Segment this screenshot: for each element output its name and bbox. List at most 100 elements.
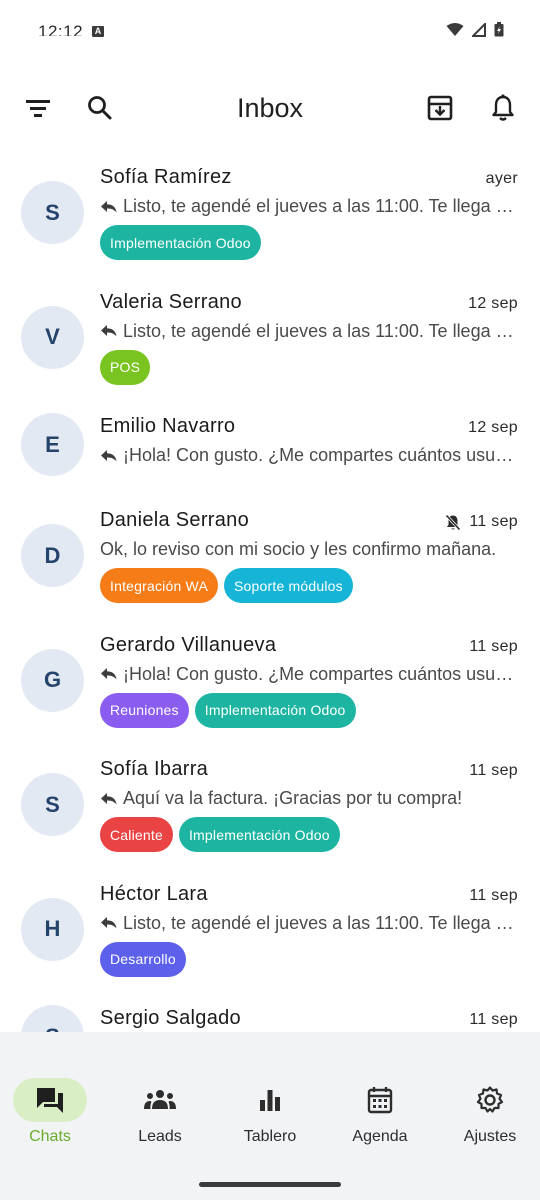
chat-row[interactable]: S Sergio Salgado 11 sep — [0, 989, 540, 1032]
bar-chart-icon — [260, 1090, 280, 1111]
chat-preview-text: Aquí va la factura. ¡Gracias por tu comp… — [123, 788, 463, 808]
reply-icon — [101, 200, 117, 212]
chat-date: 12 sep — [468, 419, 518, 437]
avatar: H — [21, 897, 84, 961]
bottom-navigation: Chats Leads Tablero Agenda Ajustes — [0, 1032, 540, 1200]
tag-list: Desarrollo — [100, 941, 186, 977]
chat-icon — [37, 1088, 63, 1113]
chat-name: Sofía Ramírez — [100, 166, 232, 188]
nav-label-leads: Leads — [138, 1128, 182, 1145]
tag-list: Implementación Odoo — [100, 225, 261, 260]
notifications-button[interactable] — [483, 88, 523, 128]
nav-label-tablero: Tablero — [243, 1128, 297, 1145]
reply-icon — [101, 917, 117, 929]
nav-chats-indicator — [13, 1078, 87, 1122]
avatar: S — [21, 181, 84, 244]
tag-chip[interactable]: Implementación Odoo — [178, 817, 340, 852]
reply-icon — [101, 325, 117, 337]
nav-agenda-indicator — [343, 1078, 417, 1122]
chat-name: Valeria Serrano — [100, 290, 242, 313]
chat-date-text: 12 sep — [468, 419, 518, 436]
chat-date: 11 sep — [445, 513, 518, 531]
chat-date: 11 sep — [469, 638, 518, 656]
nav-chats[interactable]: Chats — [0, 1078, 100, 1146]
chat-preview: ¡Hola! Con gusto. ¿Me compartes cuántos … — [100, 445, 520, 466]
chat-preview: Listo, te agendé el jueves a las 11:00. … — [100, 913, 520, 934]
nav-label-chats: Chats — [29, 1128, 71, 1145]
top-app-bar: Inbox — [0, 76, 540, 140]
chat-row[interactable]: H Héctor Lara 11 sep Listo, te agendé el ju… — [0, 865, 540, 990]
home-indicator[interactable] — [199, 1182, 341, 1187]
reply-icon — [101, 792, 117, 804]
archive-button[interactable] — [420, 88, 460, 128]
chat-name: Daniela Serrano — [100, 509, 250, 531]
chat-date-text: 11 sep — [469, 886, 518, 904]
chat-name: Héctor Lara — [100, 882, 208, 905]
signal-icon — [472, 22, 486, 37]
chat-row[interactable]: G Gerardo Villanueva 11 sep ¡Hola! Con gust… — [0, 616, 540, 741]
tag-chip[interactable]: Implementación Odoo — [100, 225, 261, 260]
nav-ajustes[interactable]: Ajustes — [440, 1078, 540, 1146]
tag-list: Reuniones Implementación Odoo — [100, 692, 356, 728]
bell-off-icon — [445, 513, 461, 531]
tag-list: POS — [100, 349, 151, 385]
chat-preview: Listo, te agendé el jueves a las 11:00. … — [100, 196, 520, 217]
nav-tablero-indicator — [233, 1078, 307, 1122]
chat-preview: Aquí va la factura. ¡Gracias por tu comp… — [100, 788, 520, 809]
reply-icon — [101, 449, 117, 461]
chat-row[interactable]: D Daniela Serrano 11 sep Ok, lo reviso con … — [0, 491, 540, 616]
notification-badge-icon: A — [92, 26, 104, 37]
wifi-icon — [446, 22, 464, 36]
people-icon — [144, 1090, 176, 1109]
chat-preview-text: Ok, lo reviso con mi socio y les confirm… — [100, 539, 497, 559]
avatar: S — [21, 773, 84, 836]
chat-date-text: 11 sep — [469, 1011, 518, 1028]
nav-ajustes-indicator — [453, 1078, 527, 1122]
chat-preview-text: Listo, te agendé el jueves a las 11:00. … — [123, 196, 520, 216]
chat-name: Gerardo Villanueva — [100, 633, 277, 656]
avatar: S — [21, 1005, 84, 1032]
nav-tablero[interactable]: Tablero — [220, 1078, 320, 1146]
chat-date: 11 sep — [469, 887, 518, 905]
tag-chip[interactable]: Soporte módulos — [224, 568, 353, 603]
chat-preview-text: ¡Hola! Con gusto. ¿Me compartes cuántos … — [123, 445, 520, 465]
nav-label-ajustes: Ajustes — [463, 1128, 517, 1145]
nav-agenda[interactable]: Agenda — [330, 1078, 430, 1146]
archive-icon — [427, 95, 453, 121]
tag-chip[interactable]: Reuniones — [100, 692, 189, 728]
nav-leads-indicator — [123, 1078, 197, 1122]
tag-chip[interactable]: Caliente — [100, 817, 173, 852]
chat-date-text: 11 sep — [469, 762, 518, 779]
status-bar: 12:12 A — [0, 0, 540, 60]
avatar: V — [21, 305, 84, 369]
chat-date-text: 11 sep — [469, 637, 518, 655]
status-icons — [446, 22, 504, 37]
reply-icon — [101, 668, 117, 680]
chat-preview: ¡Hola! Con gusto. ¿Me compartes cuántos … — [100, 664, 520, 685]
gear-icon — [476, 1086, 504, 1113]
avatar: G — [21, 648, 84, 712]
nav-leads[interactable]: Leads — [110, 1078, 210, 1146]
chat-preview: Ok, lo reviso con mi socio y les confirm… — [100, 539, 520, 560]
tag-list: Caliente Implementación Odoo — [100, 817, 340, 852]
chat-row[interactable]: S Sofía Ramírez ayer Listo, te agendé el ju… — [0, 148, 540, 273]
chat-row[interactable]: V Valeria Serrano 12 sep Listo, te agendé e… — [0, 273, 540, 398]
tag-chip[interactable]: Implementación Odoo — [194, 692, 356, 728]
battery-icon — [494, 22, 504, 37]
tag-chip[interactable]: Integración WA — [100, 568, 218, 603]
chat-name: Emilio Navarro — [100, 415, 236, 437]
chat-date: 11 sep — [469, 1011, 518, 1029]
chat-preview-text: Listo, te agendé el jueves a las 11:00. … — [123, 320, 520, 341]
chat-date: 12 sep — [468, 295, 518, 313]
tag-chip[interactable]: Desarrollo — [100, 941, 186, 977]
chat-preview-text: ¡Hola! Con gusto. ¿Me compartes cuántos … — [123, 663, 520, 684]
chat-row[interactable]: S Sofía Ibarra 11 sep Aquí va la factura. ¡… — [0, 740, 540, 865]
tag-chip[interactable]: POS — [100, 349, 151, 385]
chat-list: S Sofía Ramírez ayer Listo, te agendé el ju… — [0, 148, 540, 1032]
chat-date-text: ayer — [485, 170, 518, 187]
status-time: 12:12 — [38, 22, 84, 36]
avatar: E — [21, 413, 84, 476]
chat-preview: Listo, te agendé el jueves a las 11:00. … — [100, 321, 520, 342]
chat-preview-text: Listo, te agendé el jueves a las 11:00. … — [123, 912, 520, 933]
chat-date: ayer — [486, 170, 518, 188]
